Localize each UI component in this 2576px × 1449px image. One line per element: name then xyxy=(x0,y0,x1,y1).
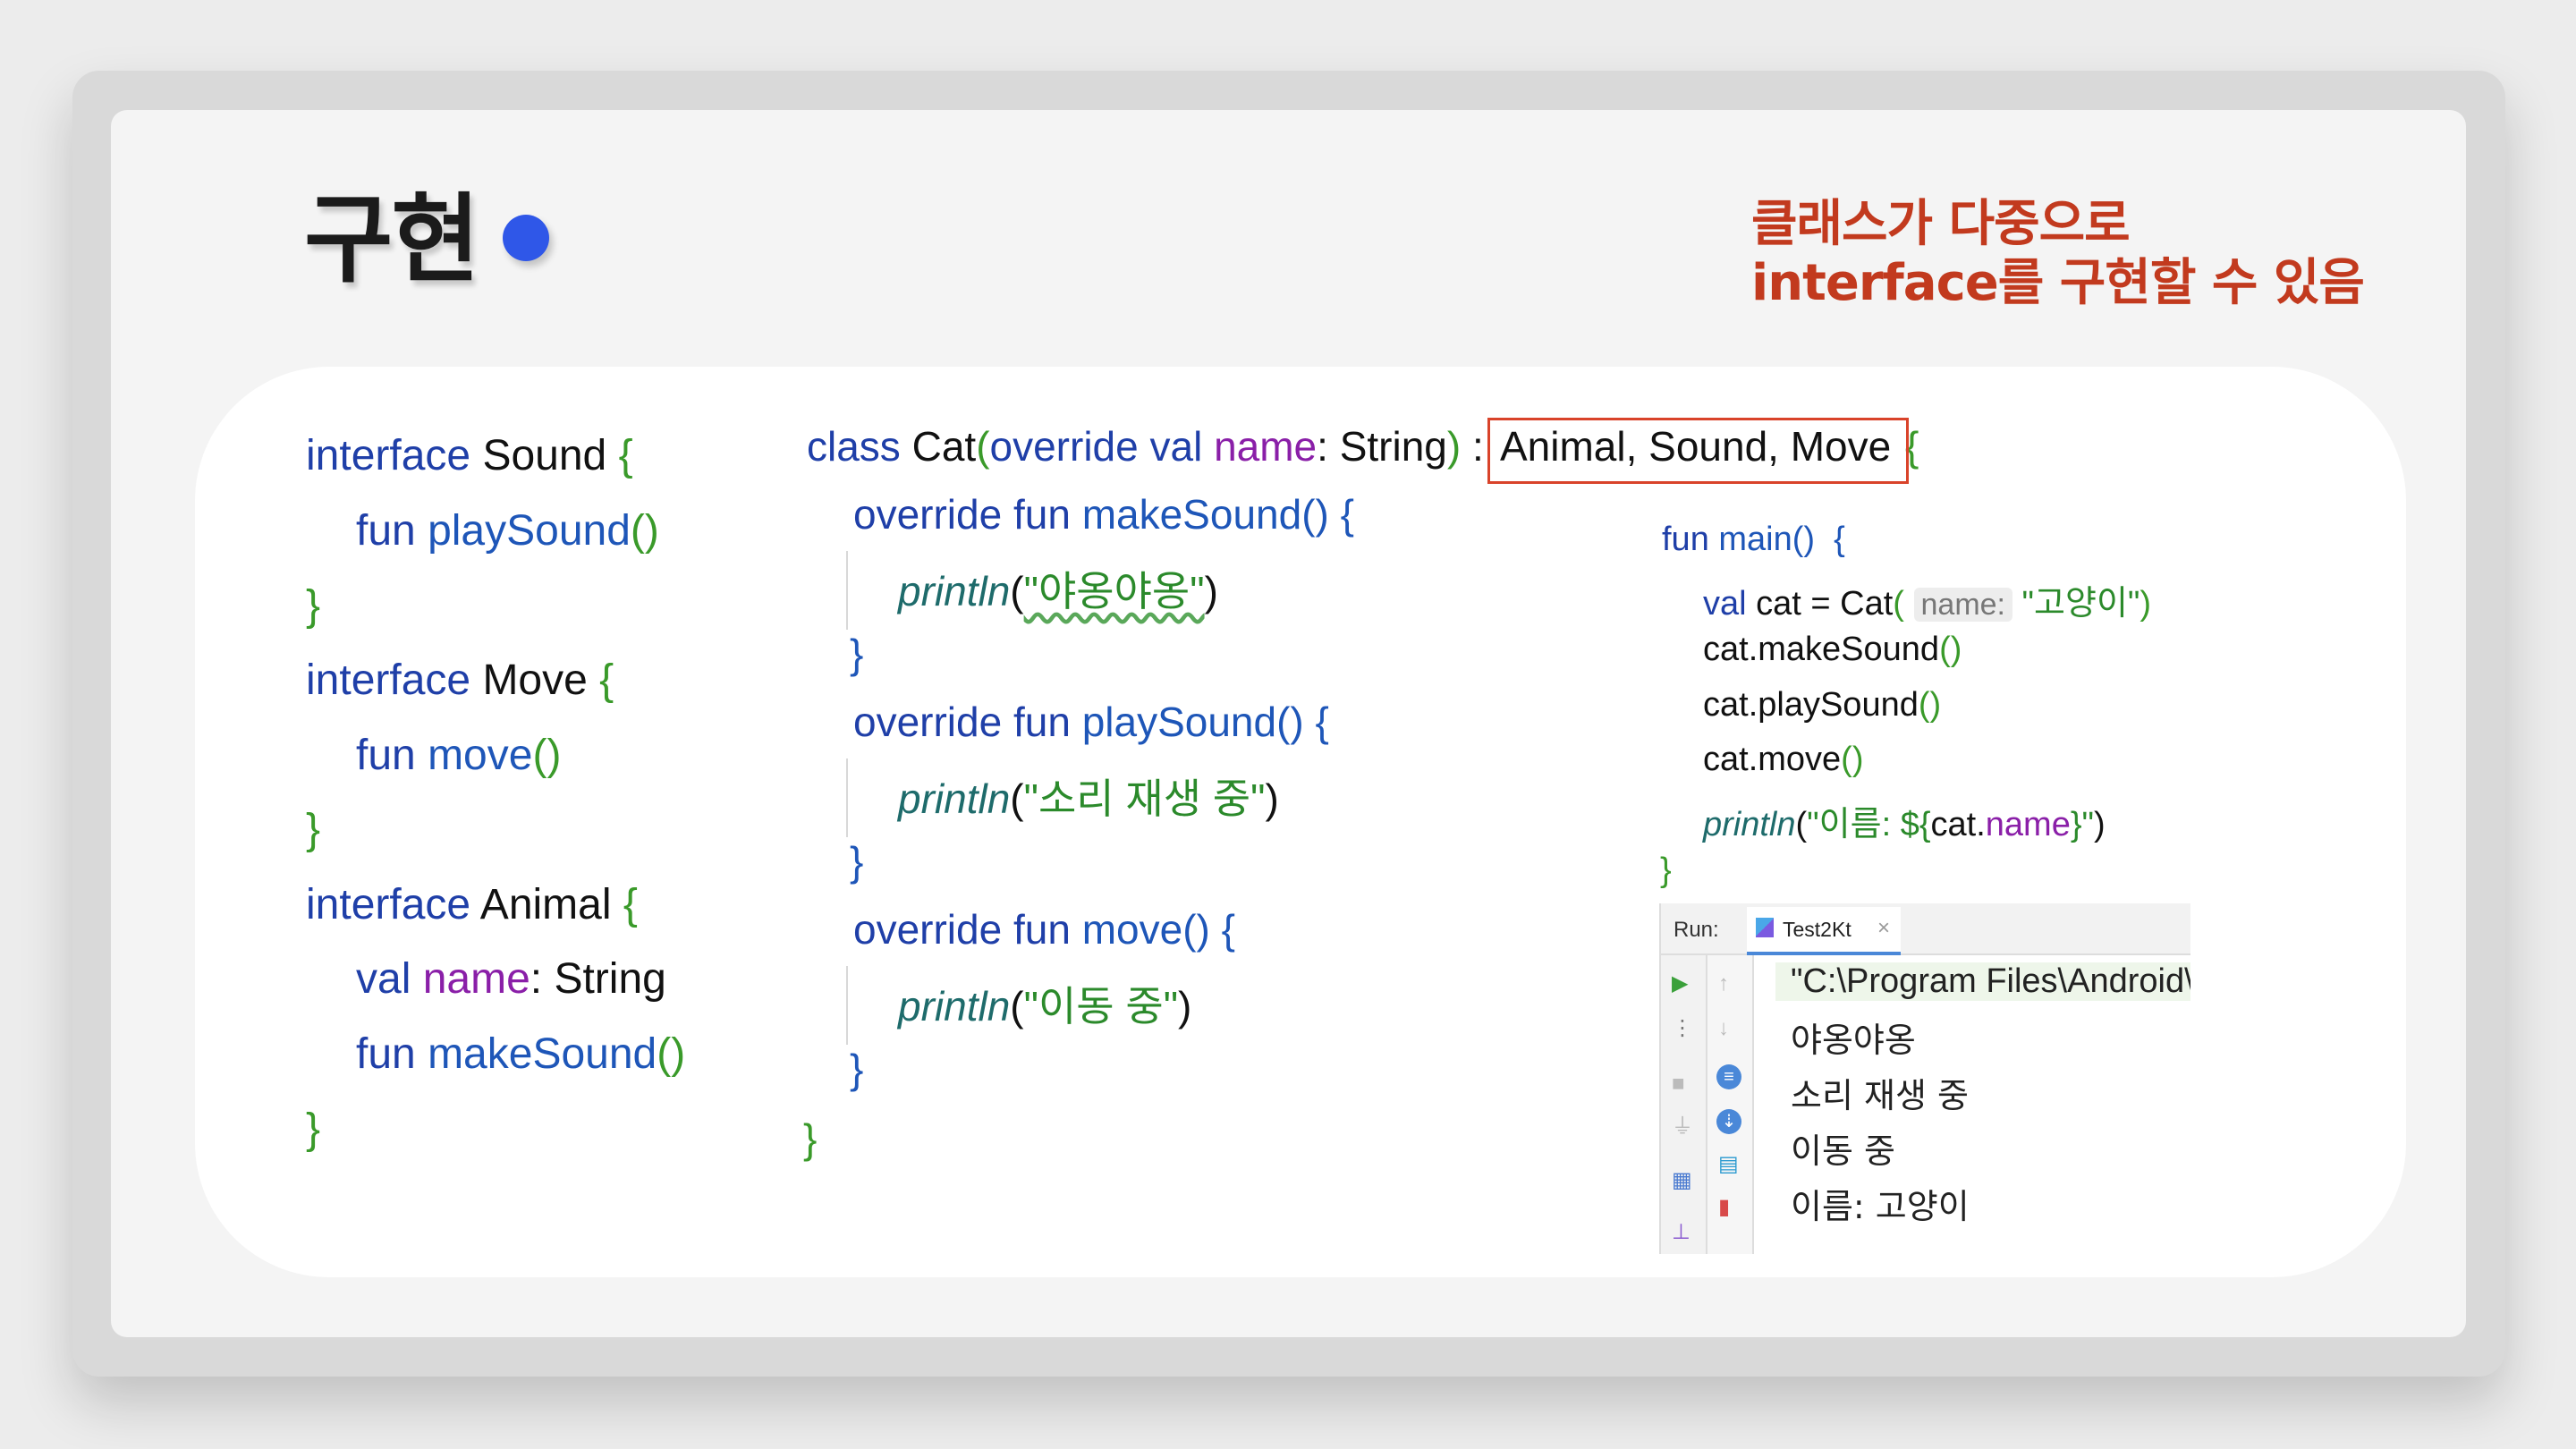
plug-icon[interactable]: ⏚ xyxy=(1672,1116,1693,1138)
stop-icon[interactable]: ■ xyxy=(1672,1073,1685,1095)
code-line: println("소리 재생 중") xyxy=(898,775,1279,822)
code-line: interface Animal { xyxy=(306,881,638,928)
run-tab[interactable]: Test2Kt × xyxy=(1747,907,1901,955)
code-line: val cat = Cat( name: "고양이") xyxy=(1703,585,2152,623)
code-line: } xyxy=(850,1046,864,1092)
code-line: println("이동 중") xyxy=(898,983,1192,1030)
slide-title: 구현 xyxy=(304,184,480,296)
code-line: } xyxy=(306,1106,321,1153)
indent-guide xyxy=(846,551,848,630)
layout-icon[interactable]: ▦ xyxy=(1672,1170,1692,1191)
run-panel: Run: Test2Kt × ▶ ⋮ ■ ⏚ ▦ ⊥ ↑ ↓ ≡ ⇣ ▤ ▮ "… xyxy=(1659,903,2190,1254)
main-code: fun main() { val cat = Cat( name: "고양이")… xyxy=(0,0,2151,889)
soft-wrap-icon[interactable]: ≡ xyxy=(1716,1064,1741,1089)
supertypes-box xyxy=(1487,418,1909,484)
run-toolbar-right: ↑ ↓ ≡ ⇣ ▤ ▮ xyxy=(1707,955,1754,1254)
indent-guide xyxy=(846,966,848,1045)
trash-icon[interactable]: ▮ xyxy=(1718,1197,1730,1218)
title-dot-icon xyxy=(503,215,549,261)
code-line: override fun move() { xyxy=(853,906,1235,953)
code-line: } xyxy=(803,1115,818,1162)
note-line-2: interface를 구현할 수 있음 xyxy=(1751,254,2365,312)
print-icon[interactable]: ▤ xyxy=(1718,1154,1739,1175)
code-line: interface Sound { xyxy=(306,432,633,479)
code-line: fun playSound() xyxy=(356,507,659,555)
code-line: cat.makeSound() xyxy=(1703,631,1962,668)
code-line: fun makeSound() xyxy=(356,1030,686,1078)
code-line: cat.move() xyxy=(1703,741,1864,778)
output-line: 이름: 고양이 xyxy=(1791,1187,1970,1226)
code-line: fun move() xyxy=(356,732,562,779)
output-line: "C:\Program Files\Android\ xyxy=(1775,962,2190,1001)
close-icon[interactable]: × xyxy=(1877,916,1890,941)
run-toolbar-left: ▶ ⋮ ■ ⏚ ▦ ⊥ xyxy=(1661,955,1707,1254)
code-line: cat.playSound() xyxy=(1703,686,1942,724)
output-line: 야옹야옹 xyxy=(1791,1021,1916,1060)
scroll-end-icon[interactable]: ⇣ xyxy=(1716,1109,1741,1134)
param-hint: name: xyxy=(1913,588,2012,622)
code-line: println("이름: ${cat.name}") xyxy=(1703,806,2106,843)
more-icon[interactable]: ⋮ xyxy=(1672,1018,1693,1039)
code-line: } xyxy=(306,582,321,630)
code-line: interface Move { xyxy=(306,657,614,704)
indent-guide xyxy=(846,758,848,837)
code-line: } xyxy=(306,806,321,853)
play-icon[interactable]: ▶ xyxy=(1672,973,1688,995)
code-line: fun main() { xyxy=(1662,521,1845,558)
output-line: 소리 재생 중 xyxy=(1791,1076,1969,1115)
code-line: } xyxy=(1660,852,1672,889)
run-header: Run: Test2Kt × xyxy=(1661,903,2190,955)
arrow-up-icon[interactable]: ↑ xyxy=(1718,973,1729,995)
note-line-1: 클래스가 다중으로 xyxy=(1751,195,2131,253)
run-tab-label: Test2Kt xyxy=(1783,918,1852,941)
slide-note: 클래스가 다중으로 interface를 구현할 수 있음 xyxy=(1751,195,2365,313)
pin-icon[interactable]: ⊥ xyxy=(1672,1222,1690,1243)
code-line: val name: String xyxy=(356,955,666,1003)
output-line: 이동 중 xyxy=(1791,1131,1895,1171)
run-label: Run: xyxy=(1674,918,1719,942)
code-line: override fun playSound() { xyxy=(853,699,1329,745)
code-line: override fun makeSound() { xyxy=(853,491,1354,538)
code-line: println("야옹야옹") xyxy=(898,568,1218,614)
arrow-down-icon[interactable]: ↓ xyxy=(1718,1018,1729,1039)
kotlin-icon xyxy=(1756,918,1774,937)
code-line: } xyxy=(850,631,864,677)
interfaces-code: interface Sound { fun playSound() } inte… xyxy=(306,0,685,1153)
code-line: } xyxy=(850,838,864,885)
code-line: class Cat(override val name: String) : xyxy=(807,423,1484,470)
